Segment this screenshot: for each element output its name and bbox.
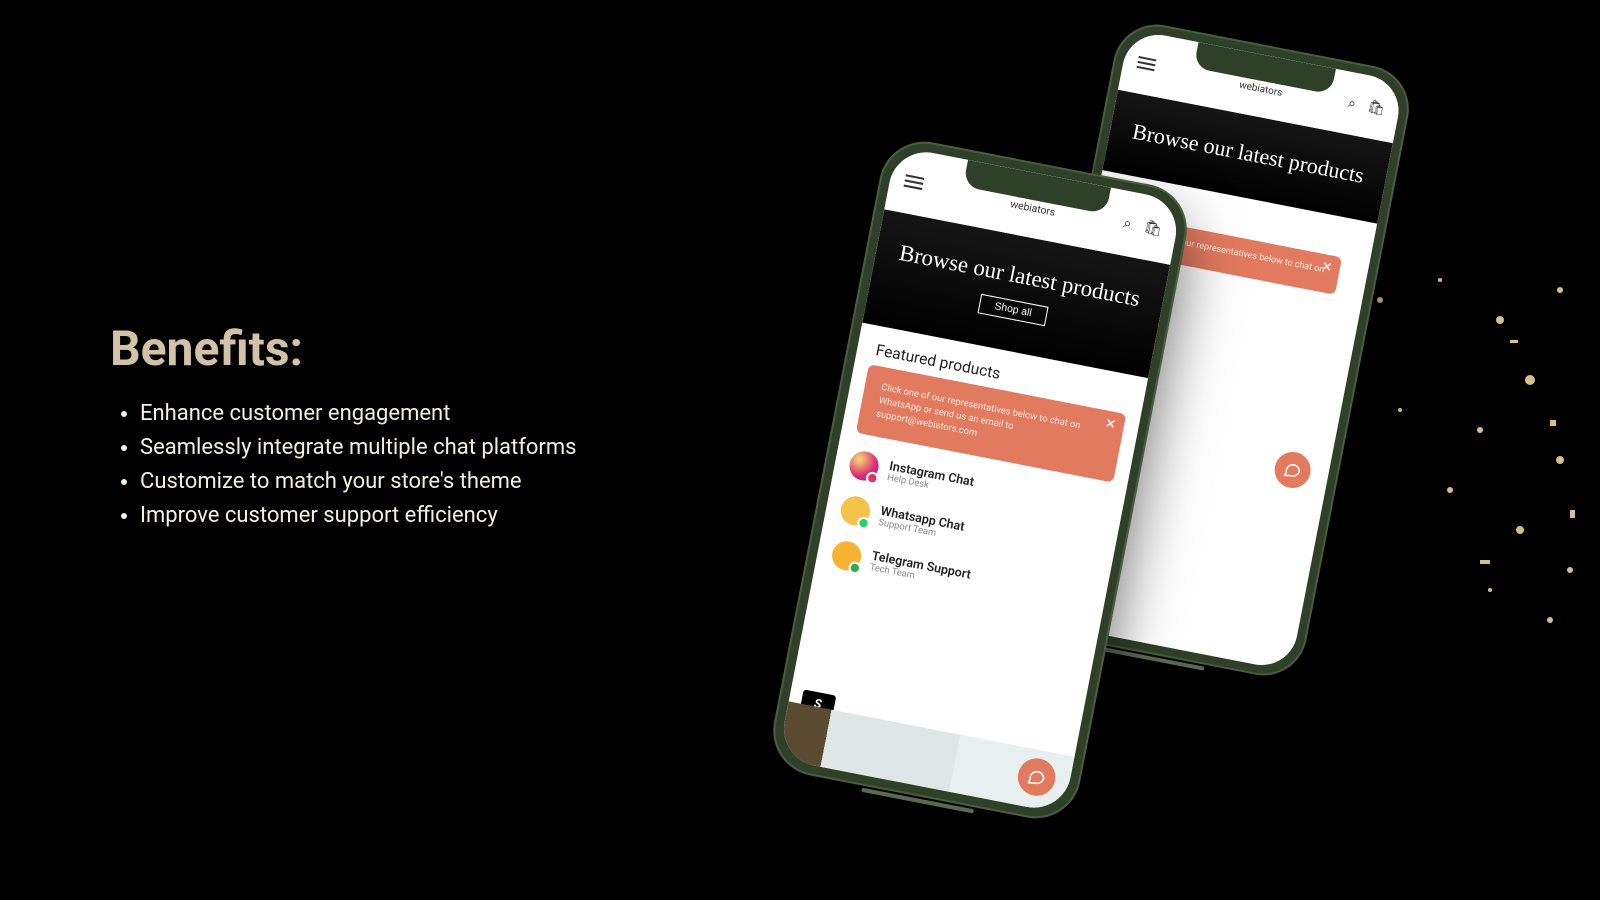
menu-icon[interactable] <box>905 179 924 185</box>
cart-icon[interactable]: 🛍 <box>1142 219 1163 239</box>
close-icon[interactable]: ✕ <box>1104 414 1118 434</box>
benefit-item: Customize to match your store's theme <box>140 465 750 499</box>
benefits-list: Enhance customer engagement Seamlessly i… <box>110 397 750 533</box>
shop-all-button[interactable]: Shop all <box>977 293 1048 326</box>
benefit-item: Enhance customer engagement <box>140 397 750 431</box>
search-icon[interactable]: ⌕ <box>1347 95 1358 112</box>
close-icon[interactable]: ✕ <box>1320 257 1333 276</box>
chat-fab[interactable] <box>1272 449 1314 491</box>
benefits-block: Benefits: Enhance customer engagement Se… <box>110 320 750 533</box>
benefits-heading: Benefits: <box>110 320 750 377</box>
telegram-icon <box>830 538 864 572</box>
search-icon[interactable]: ⌕ <box>1122 215 1133 233</box>
phone-mockup-front: sohel-test-webiators ⌕ 🛍 Browse our late… <box>765 134 1194 826</box>
benefit-item: Seamlessly integrate multiple chat platf… <box>140 431 750 465</box>
menu-icon[interactable] <box>1137 61 1155 66</box>
instagram-icon <box>847 449 881 483</box>
cart-icon[interactable]: 🛍 <box>1366 99 1387 118</box>
product-strip <box>778 701 1075 814</box>
whatsapp-icon <box>838 493 872 527</box>
benefit-item: Improve customer support efficiency <box>140 499 750 533</box>
